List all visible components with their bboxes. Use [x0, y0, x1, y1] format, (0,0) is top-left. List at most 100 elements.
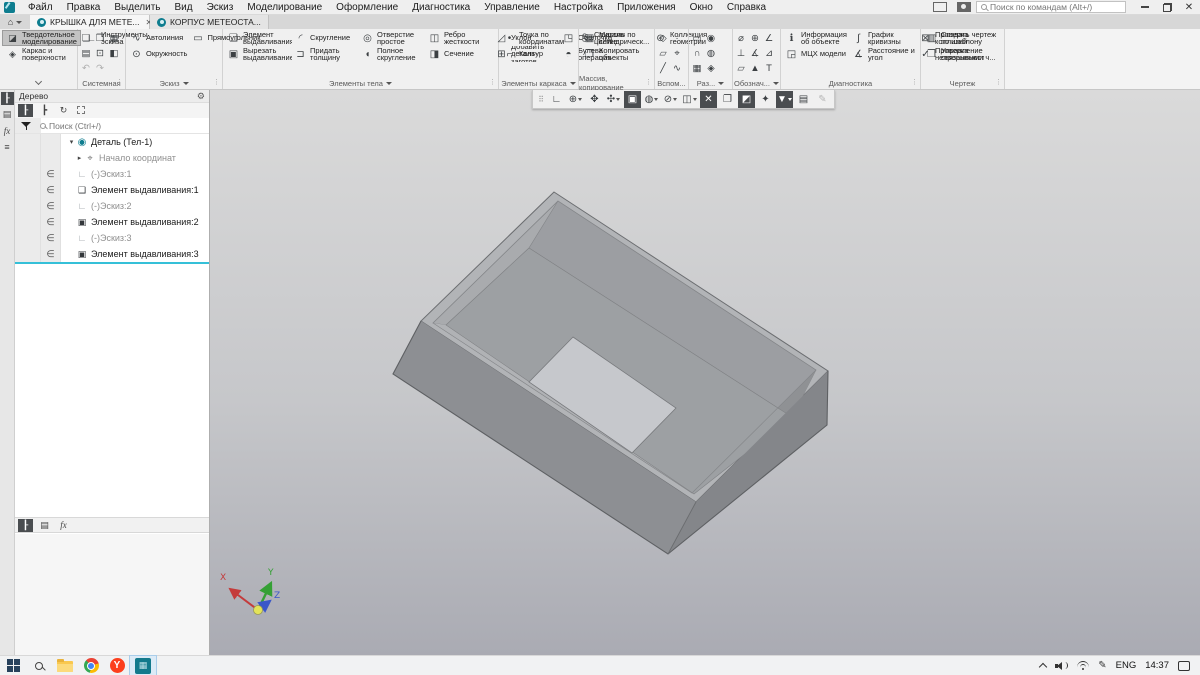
partition-command-icon[interactable]: ◉: [704, 31, 718, 46]
viewport-tool-button[interactable]: ⊕: [567, 91, 584, 108]
tree-row[interactable]: ∈ ∟ (-)Эскиз:1: [15, 166, 209, 182]
clock[interactable]: 14:37: [1145, 660, 1169, 671]
expander-icon[interactable]: ▸: [75, 154, 84, 162]
system-command-icon[interactable]: ▦: [107, 31, 121, 46]
taskbar-search-icon[interactable]: [26, 656, 52, 675]
aux-command-icon[interactable]: ∿: [670, 61, 684, 76]
tab-list-icon[interactable]: ▤: [37, 519, 52, 532]
menu-item[interactable]: Приложения: [610, 0, 683, 15]
partition-command-icon[interactable]: ▭: [690, 31, 704, 46]
partition-command-icon[interactable]: ▦: [690, 61, 704, 76]
collapse-modes-icon[interactable]: [34, 77, 43, 86]
section-pin-icon[interactable]: ⋮: [911, 78, 918, 86]
ribbon-command[interactable]: ∡ Расстояние и угол: [850, 46, 917, 62]
pen-input-icon[interactable]: ✎: [1098, 660, 1106, 671]
restore-button[interactable]: [1156, 0, 1178, 15]
ribbon-command[interactable]: ⌐ Контур: [501, 46, 576, 62]
dropdown-icon[interactable]: [616, 97, 621, 101]
menu-item[interactable]: Правка: [60, 0, 108, 15]
visibility-toggle[interactable]: [15, 166, 41, 182]
system-command-icon[interactable]: ↷: [93, 61, 107, 76]
section-dropdown-icon[interactable]: [385, 81, 392, 85]
chrome-icon[interactable]: [78, 656, 104, 675]
section-pin-icon[interactable]: ⋮: [116, 78, 123, 86]
ribbon-command[interactable]: ∿ Автолиния: [128, 30, 189, 46]
file-explorer-icon[interactable]: [52, 656, 78, 675]
menu-item[interactable]: Файл: [21, 0, 60, 15]
ribbon-command[interactable]: ❒ Управление связанными ч...: [923, 46, 1002, 62]
section-pin-icon[interactable]: ⋮: [489, 78, 496, 86]
section-dropdown-icon[interactable]: [772, 81, 779, 85]
menu-item[interactable]: Окно: [683, 0, 720, 15]
tree-row[interactable]: ∈ ▾ ◉ Деталь (Тел-1): [15, 134, 209, 150]
viewport-tool-button[interactable]: ⠿: [536, 91, 546, 108]
visibility-toggle[interactable]: [15, 134, 41, 150]
expander-icon[interactable]: ▾: [67, 138, 76, 146]
notation-command-icon[interactable]: T: [762, 61, 776, 76]
document-tab[interactable]: КРЫШКА ДЛЯ МЕТЕ... ✕: [30, 15, 152, 29]
notation-command-icon[interactable]: ∠: [762, 31, 776, 46]
language-indicator[interactable]: ENG: [1116, 660, 1137, 671]
viewport-tool-button[interactable]: ✎: [814, 91, 831, 108]
tree-toolbar-icon[interactable]: ┠: [18, 104, 33, 117]
ribbon-command[interactable]: ∫ График кривизны: [850, 30, 917, 46]
home-button[interactable]: ⌂: [0, 15, 30, 29]
tree-row[interactable]: ∈ ❑ Элемент выдавливания:1: [15, 182, 209, 198]
dropdown-icon[interactable]: [578, 97, 583, 101]
partition-command-icon[interactable]: ∩: [690, 46, 704, 61]
dropdown-icon[interactable]: [787, 97, 792, 101]
tree-search-input[interactable]: [49, 120, 169, 131]
ribbon-command[interactable]: ℹ Информация об объекте: [783, 30, 850, 46]
ribbon-command[interactable]: ▣ Вырезать выдавливанием: [225, 46, 292, 62]
section-pin-icon[interactable]: ⋮: [645, 78, 652, 86]
viewport-tool-button[interactable]: ∟: [548, 91, 565, 108]
viewport-tool-button[interactable]: ▣: [624, 90, 641, 108]
ribbon-command[interactable]: ◜ Скругление: [292, 30, 359, 46]
partition-command-icon[interactable]: ◍: [704, 46, 718, 61]
menu-item[interactable]: Справка: [720, 0, 773, 15]
viewport-tool-button[interactable]: ✦: [757, 91, 774, 108]
ribbon-command[interactable]: ⊙ Окружность: [128, 46, 189, 62]
tree-toolbar-icon[interactable]: ┣: [37, 104, 52, 117]
visibility-toggle[interactable]: [15, 150, 41, 166]
system-command-icon[interactable]: ↶: [79, 61, 93, 76]
ribbon-command[interactable]: ❐ Копировать объекты: [581, 46, 652, 62]
yandex-browser-icon[interactable]: Y: [104, 656, 130, 675]
ribbon-command[interactable]: ◖ Полное скругление: [359, 46, 426, 62]
3d-model[interactable]: X Y Z: [210, 90, 1200, 655]
viewport-tool-button[interactable]: ✥: [586, 91, 603, 108]
section-dropdown-icon[interactable]: [182, 81, 189, 85]
menu-item[interactable]: Оформление: [329, 0, 405, 15]
ribbon-command[interactable]: ❑ Элемент выдавливания: [225, 30, 292, 46]
viewport-tool-button[interactable]: ⊘: [662, 91, 679, 108]
ribbon-command[interactable]: ◎ Отверстие простое: [359, 30, 426, 46]
visibility-toggle[interactable]: [15, 230, 41, 246]
dropdown-icon[interactable]: [673, 97, 678, 101]
window-layout-icon[interactable]: [933, 2, 947, 12]
system-command-icon[interactable]: ▤: [79, 46, 93, 61]
gear-icon[interactable]: ⚙: [197, 91, 205, 102]
variables-panel-icon[interactable]: fx: [1, 124, 14, 137]
layers-panel-icon[interactable]: ▤: [1, 108, 14, 121]
ribbon-command[interactable]: ◫ Ребро жесткости: [426, 30, 493, 46]
network-icon[interactable]: [1077, 661, 1090, 670]
viewport-tool-button[interactable]: ◍: [643, 91, 660, 108]
viewport-tool-button[interactable]: ◫: [681, 91, 698, 108]
notation-command-icon[interactable]: ∡: [748, 46, 762, 61]
visibility-toggle[interactable]: [15, 246, 41, 262]
menu-item[interactable]: Эскиз: [200, 0, 241, 15]
tab-tree-icon[interactable]: ┠: [18, 518, 33, 532]
filter-icon[interactable]: [21, 121, 32, 131]
notation-command-icon[interactable]: ⊿: [762, 46, 776, 61]
menu-item[interactable]: Выделить: [107, 0, 167, 15]
minimize-button[interactable]: [1134, 0, 1156, 15]
menu-item[interactable]: Моделирование: [240, 0, 329, 15]
system-command-icon[interactable]: ◧: [107, 46, 121, 61]
ribbon-command[interactable]: ◨ Сечение: [426, 46, 493, 62]
system-command-icon[interactable]: ❏: [79, 31, 93, 46]
menu-item[interactable]: Вид: [168, 0, 200, 15]
ribbon-command[interactable]: ◲ МЦХ модели: [783, 46, 850, 62]
workspace-mode-button[interactable]: ◈ Каркас и поверхности: [2, 46, 81, 62]
workspace-mode-button[interactable]: ◪ Твердотельное моделирование: [2, 30, 81, 46]
command-search-input[interactable]: [990, 2, 1121, 12]
